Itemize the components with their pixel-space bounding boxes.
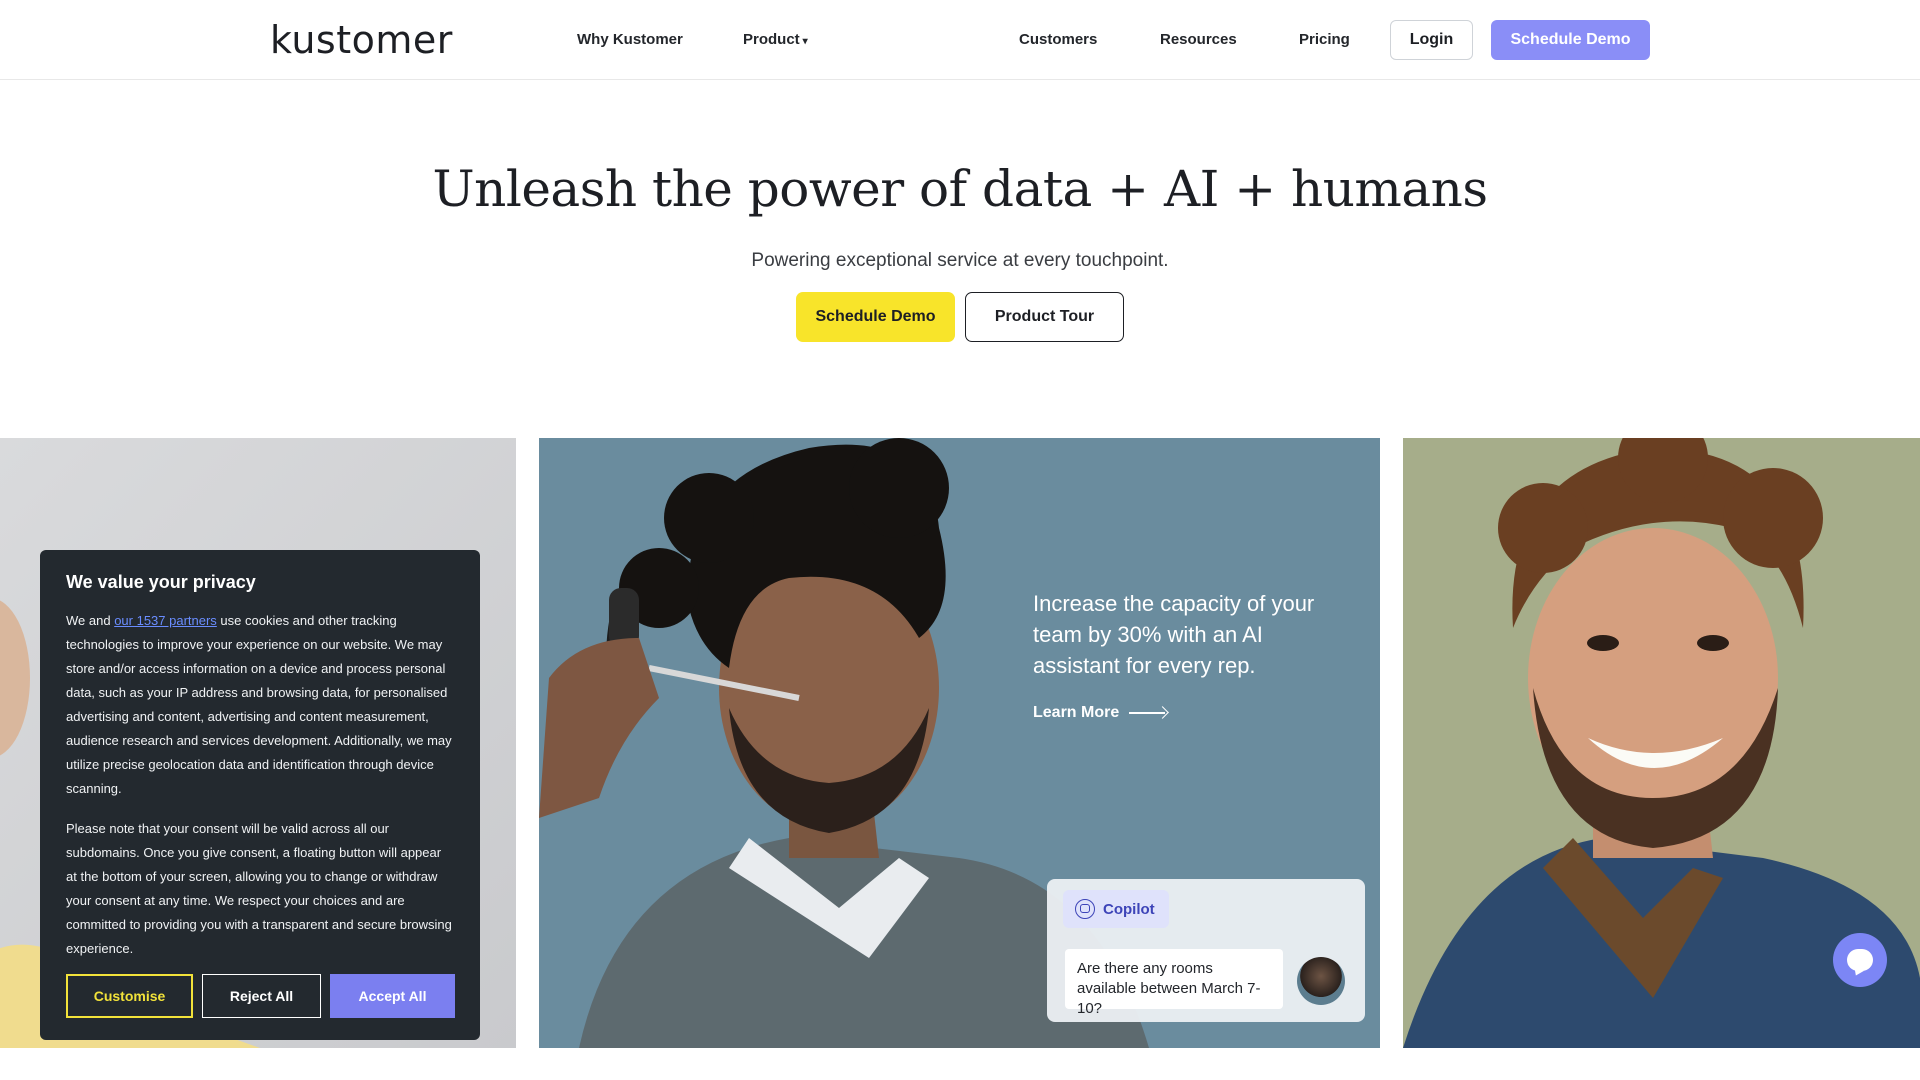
- login-button[interactable]: Login: [1390, 20, 1473, 60]
- learn-more-label: Learn More: [1033, 704, 1120, 721]
- accept-all-button[interactable]: Accept All: [330, 974, 455, 1018]
- partners-link[interactable]: our 1537 partners: [114, 613, 217, 628]
- hero-title: Unleash the power of data + AI + humans: [432, 160, 1489, 218]
- cookie-body-1: We and our 1537 partners use cookies and…: [66, 609, 454, 801]
- copilot-label: Copilot: [1103, 900, 1155, 918]
- cookie-body-suffix: use cookies and other tracking technolog…: [66, 613, 452, 796]
- chevron-down-icon: ▾: [802, 36, 808, 47]
- cookie-buttons: Customise Reject All Accept All: [66, 974, 455, 1018]
- avatar: [1297, 957, 1345, 1005]
- kustomer-logo[interactable]: kustomer: [270, 18, 453, 62]
- hero-schedule-demo-button[interactable]: Schedule Demo: [796, 292, 955, 342]
- promo-panel: Increase the capacity of your team by 30…: [539, 438, 1380, 1048]
- cookie-body-prefix: We and: [66, 613, 115, 628]
- cookie-consent-dialog: We value your privacy We and our 1537 pa…: [40, 550, 480, 1040]
- site-header: kustomer Why Kustomer Product ▾ Customers…: [0, 0, 1920, 80]
- header-schedule-demo-button[interactable]: Schedule Demo: [1491, 20, 1650, 60]
- chat-bubble-icon: [1847, 949, 1873, 971]
- reject-all-button[interactable]: Reject All: [202, 974, 321, 1018]
- nav-product[interactable]: Product ▾: [743, 31, 808, 48]
- hero-subtitle: Powering exceptional service at every to…: [751, 250, 1169, 271]
- nav-resources[interactable]: Resources: [1160, 31, 1237, 48]
- chat-message: Are there any rooms available between Ma…: [1065, 949, 1283, 1017]
- copilot-badge: Copilot: [1063, 890, 1169, 928]
- nav-pricing[interactable]: Pricing: [1299, 31, 1350, 48]
- customise-button[interactable]: Customise: [66, 974, 193, 1018]
- arrow-right-icon: [1129, 707, 1169, 719]
- cookie-body-2: Please note that your consent will be va…: [66, 821, 452, 956]
- copilot-icon: [1075, 899, 1095, 919]
- nav-customers[interactable]: Customers: [1019, 31, 1097, 48]
- copilot-card: Copilot Are there any rooms available be…: [1047, 879, 1365, 1022]
- promo-text: Increase the capacity of your team by 30…: [1033, 591, 1315, 678]
- chat-launcher-button[interactable]: [1833, 933, 1887, 987]
- product-tour-button[interactable]: Product Tour: [965, 292, 1124, 342]
- cookie-title: We value your privacy: [66, 572, 256, 592]
- nav-why-kustomer[interactable]: Why Kustomer: [577, 31, 683, 48]
- learn-more-link[interactable]: Learn More: [1033, 704, 1169, 722]
- nav-product-label: Product: [743, 31, 800, 48]
